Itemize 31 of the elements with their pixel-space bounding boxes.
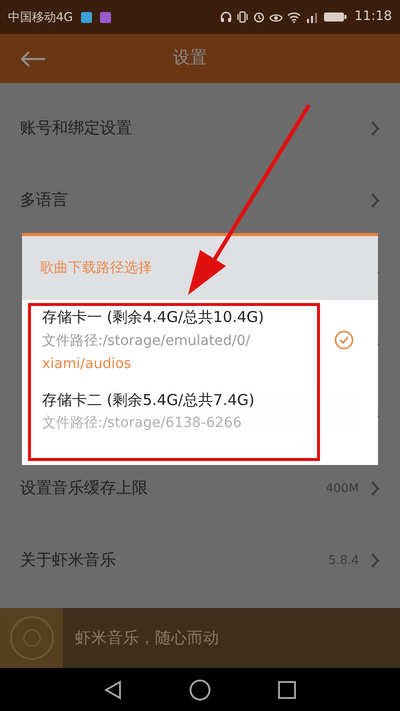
signal-icon [304,11,319,23]
home-icon[interactable] [188,678,211,700]
alarm-icon [252,11,265,23]
storage-path: xiami/audios [42,354,132,374]
carrier-name: 中国移动4G [8,9,73,26]
storage-path: 文件路径:/storage/6138-6266 [42,414,243,433]
dialog-title: 歌曲下载路径选择 [40,258,152,278]
chevron-right-icon [371,192,380,208]
chevron-right-icon [371,120,380,136]
app-icon [100,12,111,22]
app-icon [80,12,92,22]
storage-name: 存储卡二 (剩余5.4G/总共7.4G) [42,390,256,410]
recents-icon[interactable] [278,680,296,698]
check-circle-icon [334,330,354,350]
back-arrow-icon[interactable] [20,50,46,66]
setting-label: 多语言 [20,189,68,211]
page-title: 设置 [173,46,207,70]
storage-name: 存储卡一 (剩余4.4G/总共10.4G) [42,307,266,328]
player-slogan: 虾米音乐，随心而动 [75,627,219,649]
setting-label: 关于虾米音乐 [20,549,116,571]
vibrate-icon [236,11,249,23]
chevron-right-icon [371,480,380,496]
battery-icon [322,11,347,23]
wifi-icon [286,11,301,23]
clock-time: 11:18 [354,8,392,26]
headphone-icon [220,11,232,23]
storage-path: 文件路径:/storage/emulated/0/ [42,332,252,350]
setting-label: 账号和绑定设置 [20,117,132,139]
chevron-right-icon [371,552,380,568]
setting-label: 设置音乐缓存上限 [20,477,148,499]
back-icon[interactable] [104,680,122,700]
